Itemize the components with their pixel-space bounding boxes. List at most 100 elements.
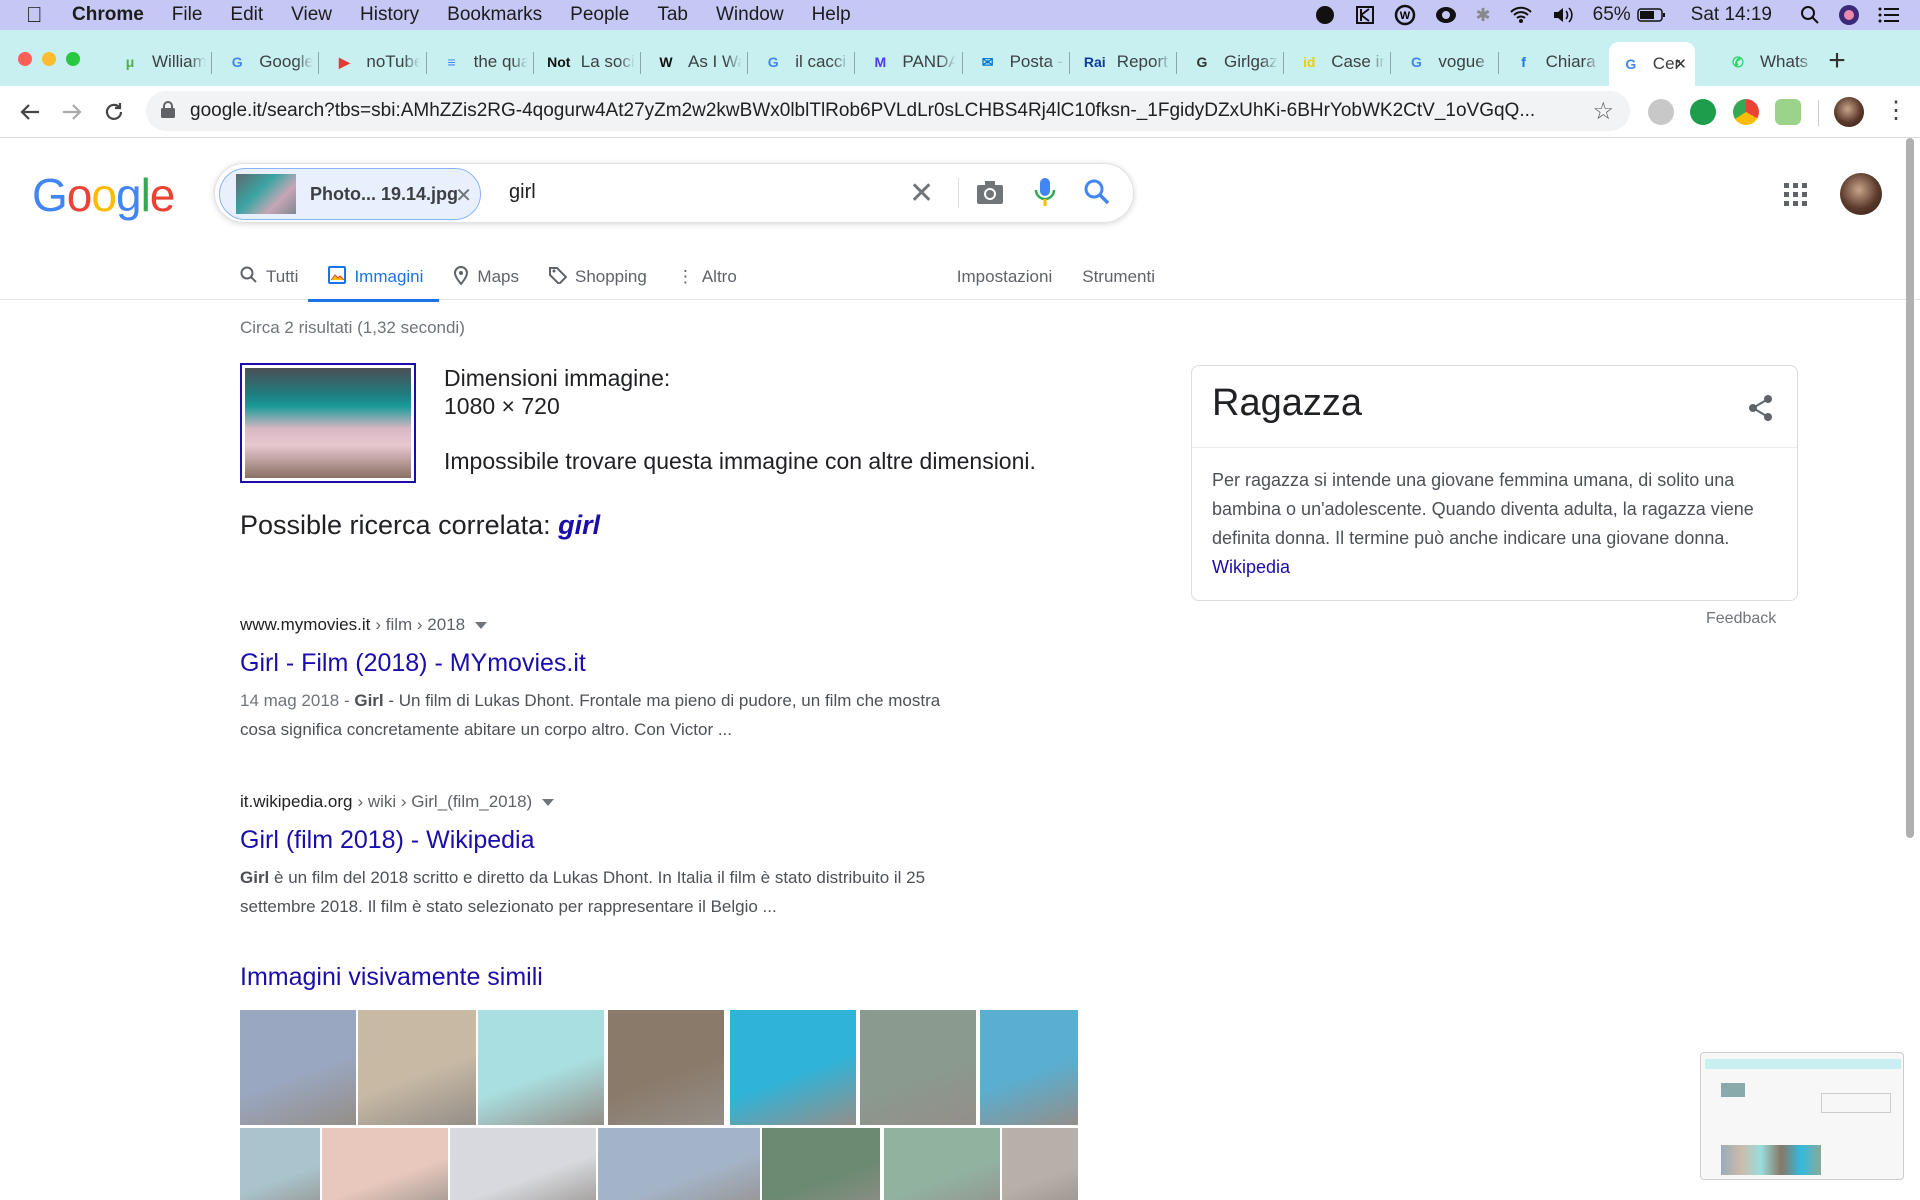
- menu-file[interactable]: File: [172, 4, 203, 26]
- browser-tab[interactable]: ≡ the qua: [430, 42, 528, 82]
- clock[interactable]: Sat 14:19: [1691, 4, 1772, 26]
- wikipedia-link[interactable]: Wikipedia: [1212, 557, 1290, 577]
- close-tab-icon[interactable]: ✕: [1674, 55, 1687, 73]
- similar-image-thumbnail[interactable]: [240, 1128, 320, 1200]
- apple-icon[interactable]: : [26, 0, 52, 30]
- feedback-link[interactable]: Feedback: [1706, 610, 1776, 628]
- browser-tab[interactable]: μ William: [108, 42, 206, 82]
- apps-grid-icon[interactable]: [1784, 183, 1808, 207]
- tab-maps[interactable]: Maps: [453, 254, 519, 300]
- tab-tutti[interactable]: Tutti: [240, 254, 298, 300]
- related-search-link[interactable]: girl: [558, 510, 600, 540]
- share-icon[interactable]: [1747, 394, 1775, 422]
- menu-edit[interactable]: Edit: [230, 4, 263, 26]
- menu-bookmarks[interactable]: Bookmarks: [447, 4, 542, 26]
- tab-altro[interactable]: ⋮ Altro: [677, 254, 737, 300]
- creative-cloud-icon[interactable]: [1434, 4, 1458, 26]
- chrome-menu-icon[interactable]: ⋮: [1884, 96, 1908, 125]
- browser-tab[interactable]: Rai Report: [1073, 42, 1171, 82]
- similar-image-thumbnail[interactable]: [598, 1128, 760, 1200]
- browser-tab[interactable]: M PANDA: [858, 42, 957, 82]
- address-bar[interactable]: google.it/search?tbs=sbi:AMhZZis2RG-4qog…: [146, 91, 1630, 131]
- lock-icon[interactable]: [160, 101, 176, 119]
- similar-image-thumbnail[interactable]: [322, 1128, 448, 1200]
- screenshot-thumbnail-preview[interactable]: [1700, 1052, 1904, 1180]
- forward-button[interactable]: [56, 96, 88, 128]
- url-text[interactable]: google.it/search?tbs=sbi:AMhZZis2RG-4qog…: [190, 100, 1570, 122]
- chat-icon[interactable]: [1314, 4, 1336, 26]
- clear-search-icon[interactable]: ✕: [909, 176, 934, 211]
- similar-images-title[interactable]: Immagini visivamente simili: [240, 963, 543, 992]
- similar-image-thumbnail[interactable]: [1002, 1128, 1078, 1200]
- result-options-icon[interactable]: [542, 798, 555, 806]
- camera-icon[interactable]: [975, 178, 1005, 206]
- profile-avatar[interactable]: [1834, 97, 1864, 127]
- extension-evernote-icon[interactable]: [1690, 99, 1716, 125]
- browser-tab[interactable]: ✉ Posta -: [966, 42, 1064, 82]
- settings-link[interactable]: Impostazioni: [957, 254, 1052, 300]
- extension-chrome-icon[interactable]: [1733, 99, 1759, 125]
- image-chip[interactable]: Photo... 19.14.jpg ✕: [219, 168, 481, 220]
- battery-icon[interactable]: [1636, 7, 1667, 23]
- similar-image-thumbnail[interactable]: [730, 1010, 856, 1125]
- browser-tab[interactable]: G Cer ✕: [1608, 42, 1695, 86]
- similar-image-thumbnail[interactable]: [358, 1010, 476, 1125]
- bluetooth-icon[interactable]: ✱: [1476, 5, 1491, 26]
- browser-tab[interactable]: f Chiara: [1502, 42, 1600, 82]
- extension-puzzle-icon[interactable]: [1775, 99, 1801, 125]
- close-window-button[interactable]: [18, 52, 32, 66]
- page-scrollbar[interactable]: [1906, 138, 1914, 838]
- new-tab-button[interactable]: +: [1822, 44, 1852, 78]
- browser-tab[interactable]: G Google: [215, 42, 313, 82]
- wifi-icon[interactable]: [1509, 5, 1533, 25]
- search-submit-icon[interactable]: [1083, 178, 1111, 206]
- similar-image-thumbnail[interactable]: [980, 1010, 1078, 1125]
- similar-image-thumbnail[interactable]: [884, 1128, 1000, 1200]
- menu-people[interactable]: People: [570, 4, 629, 26]
- result-options-icon[interactable]: [475, 621, 488, 629]
- search-box[interactable]: Photo... 19.14.jpg ✕ girl ✕: [214, 163, 1134, 223]
- query-image[interactable]: [240, 363, 416, 483]
- result-cite[interactable]: www.mymovies.it › film › 2018: [240, 615, 1070, 635]
- bookmark-star-icon[interactable]: ☆: [1592, 97, 1614, 126]
- volume-icon[interactable]: [1551, 5, 1575, 25]
- minimize-window-button[interactable]: [42, 52, 56, 66]
- menu-app-name[interactable]: Chrome: [72, 4, 144, 26]
- menu-view[interactable]: View: [291, 4, 332, 26]
- menu-history[interactable]: History: [360, 4, 419, 26]
- menu-tab[interactable]: Tab: [657, 4, 688, 26]
- similar-image-thumbnail[interactable]: [478, 1010, 604, 1125]
- menu-help[interactable]: Help: [812, 4, 851, 26]
- notification-center-icon[interactable]: [1878, 6, 1900, 24]
- browser-tab[interactable]: id Case ir: [1287, 42, 1385, 82]
- reload-button[interactable]: [98, 96, 130, 128]
- browser-tab[interactable]: Not La soci: [537, 42, 635, 82]
- browser-tab[interactable]: Gvogue: [1394, 42, 1492, 82]
- back-button[interactable]: [14, 96, 46, 128]
- result-cite[interactable]: it.wikipedia.org › wiki › Girl_(film_2018…: [240, 792, 1070, 812]
- result-title-link[interactable]: Girl (film 2018) - Wikipedia: [240, 826, 1070, 855]
- microphone-icon[interactable]: [1033, 176, 1057, 208]
- result-title-link[interactable]: Girl - Film (2018) - MYmovies.it: [240, 649, 1070, 678]
- siri-icon[interactable]: [1838, 4, 1860, 26]
- similar-image-thumbnail[interactable]: [860, 1010, 976, 1125]
- browser-tab[interactable]: Gil cacci: [751, 42, 849, 82]
- google-logo[interactable]: Google: [32, 168, 175, 222]
- extension-k-icon[interactable]: [1354, 4, 1376, 26]
- browser-tab[interactable]: ▶ noTube: [322, 42, 420, 82]
- tab-shopping[interactable]: Shopping: [548, 254, 647, 300]
- menu-window[interactable]: Window: [716, 4, 784, 26]
- extension-grad-icon[interactable]: [1648, 99, 1674, 125]
- similar-image-thumbnail[interactable]: [608, 1010, 724, 1125]
- similar-image-thumbnail[interactable]: [450, 1128, 596, 1200]
- account-avatar[interactable]: [1840, 173, 1882, 215]
- tab-immagini[interactable]: Immagini: [308, 254, 440, 302]
- browser-tab[interactable]: G Girlgaz: [1180, 42, 1278, 82]
- browser-tab[interactable]: ✆ Whats: [1716, 42, 1814, 82]
- search-input[interactable]: girl: [509, 181, 536, 204]
- zoom-window-button[interactable]: [66, 52, 80, 66]
- similar-image-thumbnail[interactable]: [240, 1010, 356, 1125]
- wordpress-icon[interactable]: W: [1394, 4, 1416, 26]
- spotlight-icon[interactable]: [1800, 5, 1820, 25]
- similar-image-thumbnail[interactable]: [762, 1128, 880, 1200]
